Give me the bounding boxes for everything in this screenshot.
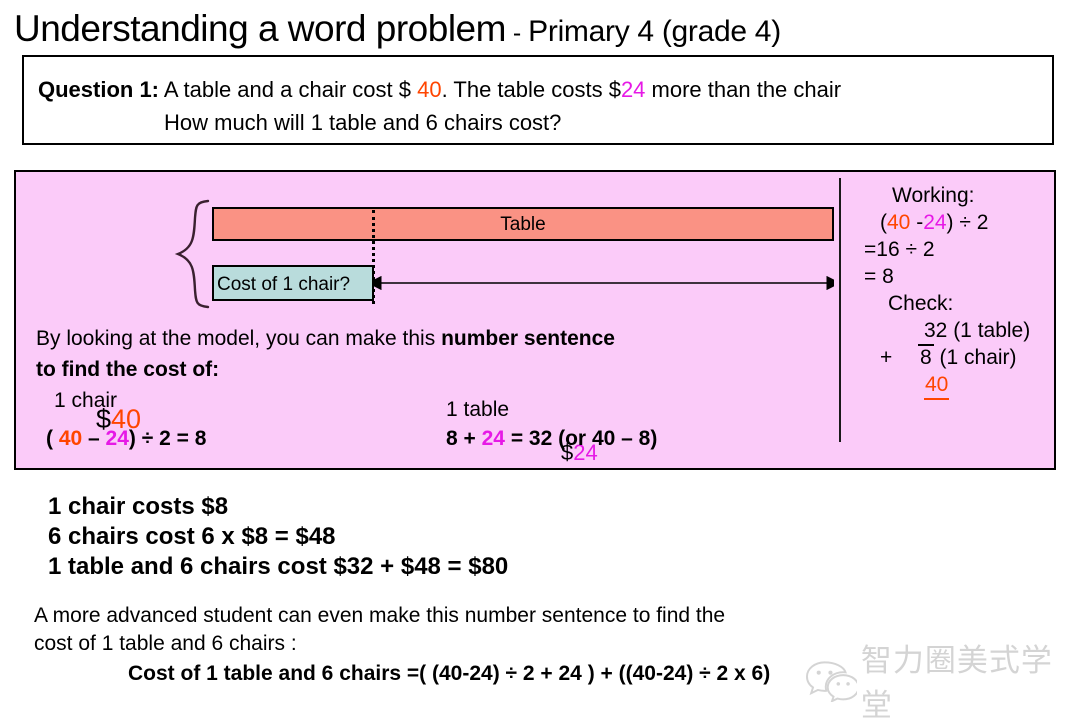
explanation-text-a: By looking at the model, you can make th…	[36, 327, 442, 350]
footer-paragraph-line-1: A more advanced student can even make th…	[34, 604, 726, 627]
check-row-table: 32 (1 table)	[924, 319, 1031, 342]
table-bar-label: Table	[500, 214, 546, 235]
table-number-sentence: 8 + 24 = 32 (or 40 – 8)	[446, 427, 657, 451]
page-title: Understanding a word problem - Primary 4…	[14, 8, 781, 50]
difference-arrow-icon	[374, 275, 834, 291]
check-chair-value: 8	[918, 344, 934, 369]
answer-line-2: 6 chairs cost 6 x $8 = $48	[48, 523, 336, 550]
working-column: Working: (40 -24) ÷ 2 =16 ÷ 2 = 8 Check:…	[864, 182, 1054, 400]
check-plus-sign: +	[880, 346, 893, 369]
working-value-40: 40	[887, 211, 911, 234]
footer-paragraph-line-2: cost of 1 table and 6 chairs :	[34, 632, 297, 655]
answer-line-3: 1 table and 6 chairs cost $32 + $48 = $8…	[48, 553, 509, 580]
chair-eq-24: 24	[105, 427, 129, 450]
working-line1-tail: ) ÷ 2	[946, 211, 989, 234]
working-line-1: (40 -24) ÷ 2	[864, 209, 1054, 236]
bar-model-panel: $40 Table Cost of 1 chair? $24 By lookin…	[14, 170, 1056, 470]
table-sentence-label: 1 table	[446, 398, 510, 421]
chair-eq-40: 40	[58, 427, 83, 450]
question-line-2: How much will 1 table and 6 chairs cost?	[164, 110, 562, 135]
check-title: Check:	[888, 292, 954, 315]
explanation-emphasis: number sentence	[441, 327, 615, 350]
page-title-sub: Primary 4 (grade 4)	[528, 15, 781, 48]
table-eq-24: 24	[481, 427, 505, 450]
answer-line-1: 1 chair costs $8	[48, 493, 229, 520]
question-box: Question 1: A table and a chair cost $ 4…	[22, 55, 1054, 145]
chair-eq-tail: ) ÷ 2 = 8	[128, 427, 207, 450]
panel-divider	[839, 178, 841, 442]
table-eq-head: 8 +	[446, 427, 482, 450]
page-title-main: Understanding a word problem	[14, 8, 506, 49]
question-text-a: A table and a chair cost $	[159, 77, 418, 102]
chair-bar-label: Cost of 1 chair?	[217, 274, 351, 295]
chair-number-sentence: ( 40 – 24) ÷ 2 = 8	[46, 427, 206, 451]
working-minus: -	[910, 211, 924, 234]
answer-block: 1 chair costs $8 6 chairs cost 6 x $8 = …	[48, 492, 508, 582]
question-text-c: more than the chair	[645, 77, 842, 102]
total-brace-icon	[174, 199, 210, 309]
table-eq-tail: = 32 (or 40 – 8)	[504, 427, 658, 450]
working-open-paren: (	[880, 211, 887, 234]
working-title: Working:	[892, 184, 975, 207]
question-label: Question 1:	[38, 77, 160, 102]
explanation-line-2: to find the cost of:	[36, 358, 220, 381]
question-line-1: Question 1: A table and a chair cost $ 4…	[38, 77, 841, 103]
chair-sentence-label: 1 chair	[54, 389, 118, 412]
footer-paragraph: A more advanced student can even make th…	[34, 602, 725, 658]
question-value-40: 40	[417, 77, 442, 102]
working-value-24: 24	[923, 211, 947, 234]
chair-eq-open: (	[46, 427, 59, 450]
chair-eq-mid: –	[82, 427, 106, 450]
page-title-separator: -	[505, 19, 529, 47]
check-total-value: 40	[924, 371, 950, 400]
footer-formula: Cost of 1 table and 6 chairs =( (40-24) …	[128, 662, 771, 685]
wechat-icon	[806, 661, 857, 702]
chair-bar: Cost of 1 chair?	[212, 265, 374, 301]
check-chair-note: (1 chair)	[933, 346, 1017, 369]
table-bar: Table	[212, 207, 834, 241]
working-line-2: =16 ÷ 2	[864, 238, 935, 261]
check-row-chair: +8 (1 chair)	[864, 344, 1054, 371]
question-text-b: . The table costs $	[441, 77, 621, 102]
working-line-3: = 8	[864, 265, 894, 288]
watermark-text: 智力圈美式学堂	[860, 643, 1053, 723]
explanation-line-1: By looking at the model, you can make th…	[36, 327, 615, 351]
watermark: 智力圈美式学堂	[806, 643, 1080, 723]
question-value-24: 24	[620, 77, 646, 102]
check-total-row: 40	[864, 371, 1054, 400]
